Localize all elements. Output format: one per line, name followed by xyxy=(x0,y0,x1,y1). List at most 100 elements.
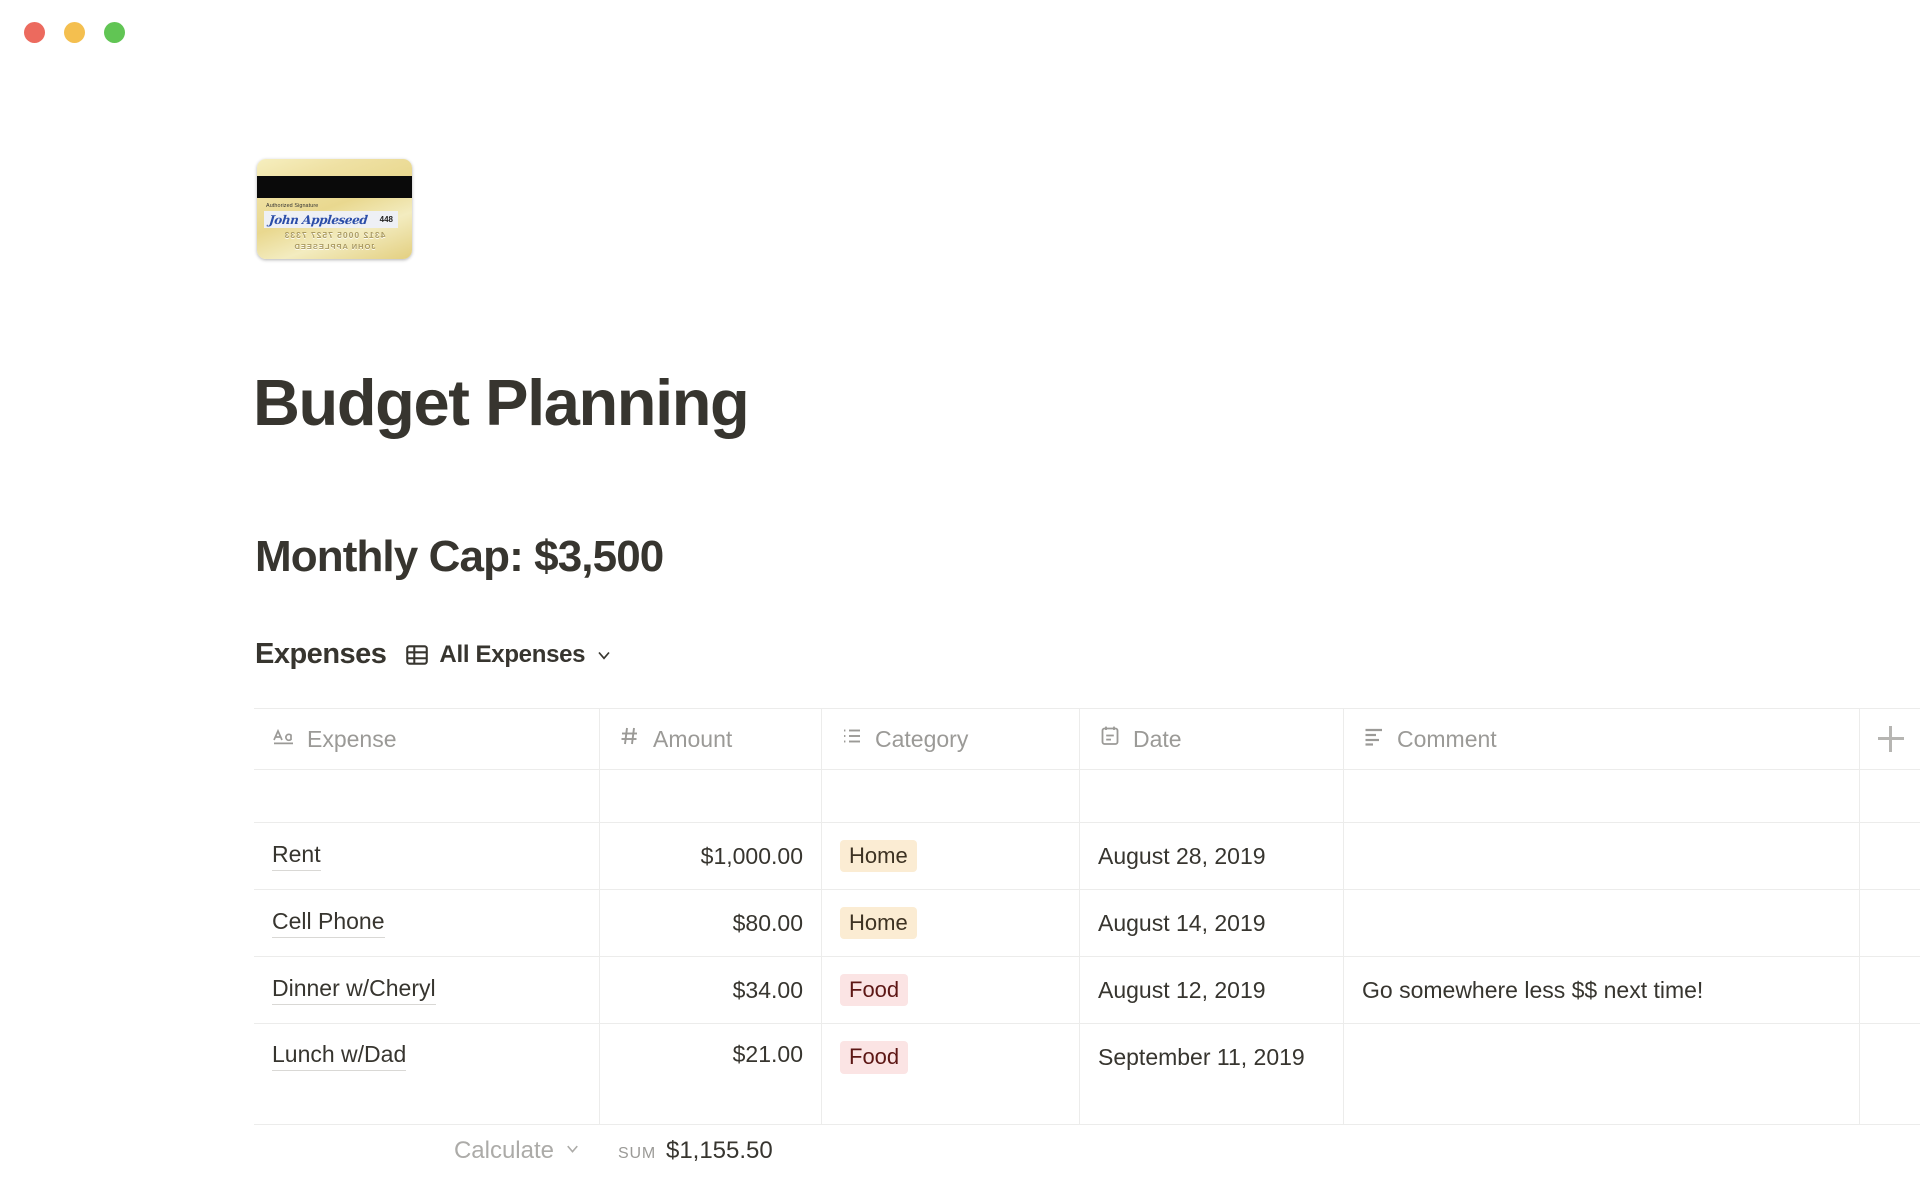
column-header-label: Comment xyxy=(1397,725,1497,752)
date-value: August 12, 2019 xyxy=(1098,976,1266,1003)
text-lines-icon xyxy=(1362,724,1386,754)
table-row[interactable]: Lunch w/Dad $21.00 Food September 11, 20… xyxy=(254,1024,1920,1125)
expense-name[interactable]: Lunch w/Dad xyxy=(272,1041,407,1071)
cvv-text: 448 xyxy=(379,215,393,224)
cell-amount[interactable]: $80.00 xyxy=(600,890,822,956)
chevron-down-icon xyxy=(594,645,614,665)
cell-expense[interactable]: Dinner w/Cheryl xyxy=(254,957,600,1023)
column-header-amount[interactable]: Amount xyxy=(600,709,822,769)
page-root: Authorized Signature John Appleseed 448 … xyxy=(0,0,1920,1200)
cell-date[interactable]: August 12, 2019 xyxy=(1080,957,1344,1023)
table-header-row: Expense Amount Category Date Comment xyxy=(254,708,1920,770)
cell-expense[interactable]: Rent xyxy=(254,823,600,889)
amount-value: $21.00 xyxy=(732,1041,803,1067)
cell-expense[interactable]: Cell Phone xyxy=(254,890,600,956)
column-header-label: Date xyxy=(1133,725,1182,752)
cell-amount[interactable] xyxy=(600,770,822,822)
authorized-signature-label: Authorized Signature xyxy=(266,203,319,209)
signature-text: John Appleseed xyxy=(268,212,369,227)
sum-label: SUM xyxy=(618,1145,656,1162)
chevron-down-icon xyxy=(563,1139,582,1163)
amount-value: $1,000.00 xyxy=(700,842,803,869)
card-number-emboss: 4312 0005 7527 7333 xyxy=(283,230,386,240)
amount-value: $80.00 xyxy=(732,909,803,936)
comment-value: Go somewhere less $$ next time! xyxy=(1362,976,1704,1003)
traffic-lights xyxy=(24,22,125,43)
category-tag: Food xyxy=(840,973,909,1007)
cell-category[interactable]: Home xyxy=(822,890,1080,956)
number-hash-icon xyxy=(618,724,642,754)
column-header-label: Amount xyxy=(653,725,733,752)
sum-value: $1,155.50 xyxy=(665,1137,773,1164)
view-label: All Expenses xyxy=(439,640,586,668)
calculate-button[interactable]: Calculate xyxy=(254,1137,600,1165)
card-name-emboss: JOHN APPLESEED xyxy=(293,242,376,251)
date-value: September 11, 2019 xyxy=(1098,1044,1305,1070)
table-row[interactable] xyxy=(254,770,1920,823)
category-tag: Food xyxy=(840,1041,909,1074)
add-column-cell[interactable] xyxy=(1860,709,1920,769)
table-row[interactable]: Rent $1,000.00 Home August 28, 2019 xyxy=(254,823,1920,890)
table-icon xyxy=(404,642,430,668)
column-header-date[interactable]: Date xyxy=(1080,709,1344,769)
sum-aggregate[interactable]: SUM $1,155.50 xyxy=(600,1137,822,1165)
cell-category[interactable]: Food xyxy=(822,957,1080,1023)
expense-name[interactable]: Cell Phone xyxy=(272,908,385,938)
text-aa-icon xyxy=(272,724,296,754)
date-value: August 28, 2019 xyxy=(1098,842,1266,869)
category-tag: Home xyxy=(840,906,917,940)
page-icon[interactable]: Authorized Signature John Appleseed 448 … xyxy=(257,159,412,259)
cell-date[interactable]: September 11, 2019 xyxy=(1080,1024,1344,1124)
cell-spacer xyxy=(1860,890,1920,956)
cell-amount[interactable]: $34.00 xyxy=(600,957,822,1023)
page-title[interactable]: Budget Planning xyxy=(253,370,750,435)
cell-comment[interactable] xyxy=(1344,1024,1860,1124)
column-header-expense[interactable]: Expense xyxy=(254,709,600,769)
cell-amount[interactable]: $1,000.00 xyxy=(600,823,822,889)
category-tag: Home xyxy=(840,839,917,873)
cell-spacer xyxy=(1860,957,1920,1023)
calculate-label: Calculate xyxy=(453,1137,554,1164)
table-footer-row: Calculate SUM $1,155.50 xyxy=(254,1125,1920,1165)
date-value: August 14, 2019 xyxy=(1098,909,1266,936)
cell-comment[interactable] xyxy=(1344,890,1860,956)
table-row[interactable]: Cell Phone $80.00 Home August 14, 2019 xyxy=(254,890,1920,957)
expense-name[interactable]: Dinner w/Cheryl xyxy=(272,975,436,1005)
maximize-window-button[interactable] xyxy=(104,22,125,43)
cell-date[interactable] xyxy=(1080,770,1344,822)
column-header-label: Category xyxy=(875,725,969,752)
expenses-table: Expense Amount Category Date Comment Ren… xyxy=(254,708,1920,1165)
expense-name[interactable]: Rent xyxy=(272,841,321,871)
column-header-category[interactable]: Category xyxy=(822,709,1080,769)
plus-icon[interactable] xyxy=(1878,726,1904,752)
calendar-icon xyxy=(1098,724,1122,754)
page-subtitle-monthly-cap[interactable]: Monthly Cap: $3,500 xyxy=(255,535,664,579)
credit-card-image: Authorized Signature John Appleseed 448 … xyxy=(257,159,412,259)
magnetic-stripe xyxy=(257,176,412,198)
close-window-button[interactable] xyxy=(24,22,45,43)
signature-strip: John Appleseed 448 xyxy=(264,211,398,228)
column-header-comment[interactable]: Comment xyxy=(1344,709,1860,769)
cell-spacer xyxy=(1860,823,1920,889)
cell-category[interactable] xyxy=(822,770,1080,822)
cell-comment[interactable] xyxy=(1344,770,1860,822)
window-chrome xyxy=(0,0,1920,62)
minimize-window-button[interactable] xyxy=(64,22,85,43)
cell-category[interactable]: Home xyxy=(822,823,1080,889)
cell-spacer xyxy=(1860,1024,1920,1124)
cell-category[interactable]: Food xyxy=(822,1024,1080,1124)
table-row[interactable]: Dinner w/Cheryl $34.00 Food August 12, 2… xyxy=(254,957,1920,1024)
view-selector[interactable]: All Expenses xyxy=(400,639,618,671)
cell-spacer xyxy=(1860,770,1920,822)
amount-value: $34.00 xyxy=(732,976,803,1003)
column-header-label: Expense xyxy=(307,725,397,752)
cell-amount[interactable]: $21.00 xyxy=(600,1024,822,1124)
cell-comment[interactable] xyxy=(1344,823,1860,889)
cell-date[interactable]: August 28, 2019 xyxy=(1080,823,1344,889)
database-title[interactable]: Expenses xyxy=(255,638,387,671)
cell-expense[interactable]: Lunch w/Dad xyxy=(254,1024,600,1124)
cell-expense[interactable] xyxy=(254,770,600,822)
cell-date[interactable]: August 14, 2019 xyxy=(1080,890,1344,956)
cell-comment[interactable]: Go somewhere less $$ next time! xyxy=(1344,957,1860,1023)
select-list-icon xyxy=(840,724,864,754)
